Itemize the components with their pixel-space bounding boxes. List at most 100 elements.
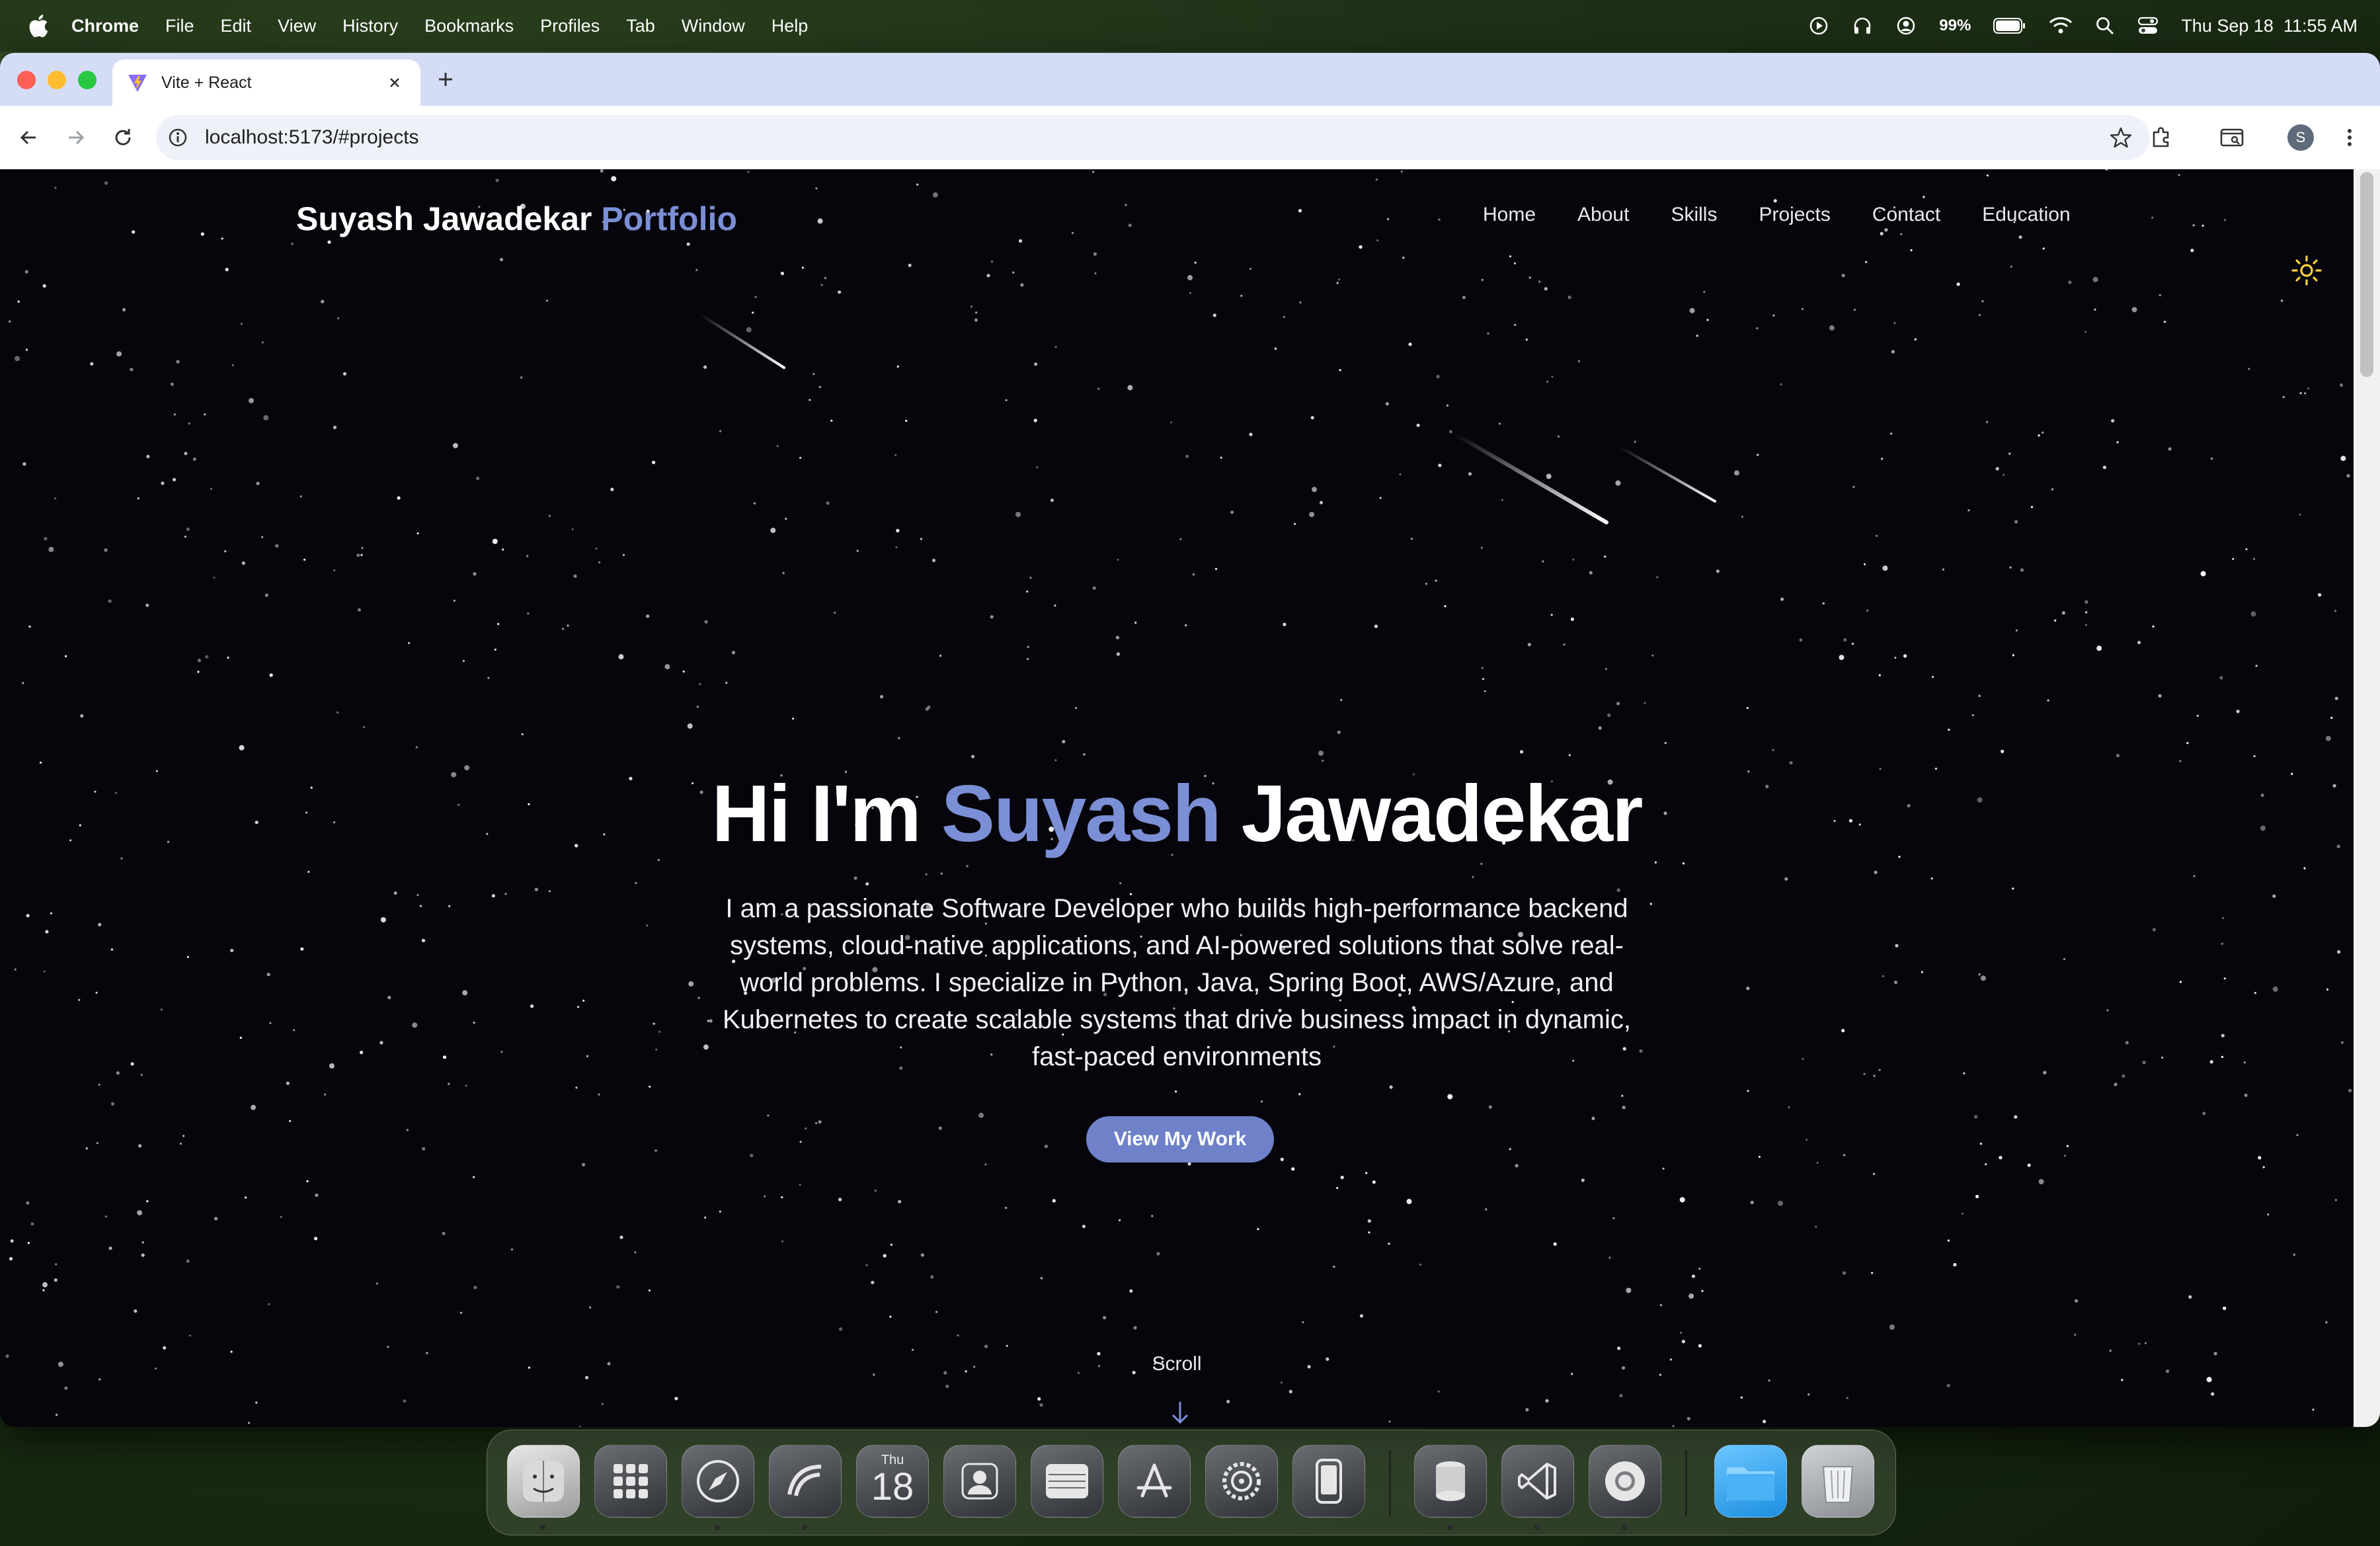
menu-view[interactable]: View [278,16,316,36]
star [245,1196,247,1199]
star [275,544,279,548]
chrome-menu-icon[interactable] [2336,124,2363,151]
wifi-icon[interactable] [2049,16,2073,36]
star [1082,1225,1086,1229]
user-account-icon[interactable] [1895,15,1917,36]
menu-app-name[interactable]: Chrome [71,16,139,36]
menu-tab[interactable]: Tab [626,16,655,36]
star [1698,1344,1702,1348]
app-store-icon[interactable] [1118,1445,1191,1518]
nav-link-about[interactable]: About [1577,204,1629,226]
battery-icon[interactable] [1993,17,2026,34]
star [1881,458,1884,460]
menu-file[interactable]: File [165,16,194,36]
view-my-work-button[interactable]: View My Work [1086,1116,1274,1162]
star [1119,1219,1121,1221]
star [1772,749,1774,751]
notes-icon[interactable] [1031,1445,1103,1518]
disk-utility-icon[interactable] [1414,1445,1487,1518]
apple-menu-icon[interactable] [26,13,49,39]
site-info-icon[interactable] [167,126,189,149]
extensions-puzzle-icon[interactable] [2149,124,2175,151]
nav-link-skills[interactable]: Skills [1671,204,1717,226]
vscode-icon[interactable] [1501,1445,1574,1518]
control-center-icon[interactable] [2137,16,2159,36]
bookmark-star-icon[interactable] [2109,126,2133,149]
star [1416,423,1420,427]
star [1816,1161,1819,1164]
finder-icon[interactable] [507,1445,580,1518]
star [970,305,972,308]
star [1482,678,1484,680]
star [2009,566,2012,569]
chrome-icon[interactable] [1589,1445,1661,1518]
menu-edit[interactable]: Edit [221,16,252,36]
site-brand[interactable]: Suyash Jawadekar Portfolio [296,200,737,238]
spotlight-search-icon[interactable] [2095,16,2115,36]
shooting-star [1618,446,1716,503]
downloads-folder-icon[interactable] [1714,1445,1787,1518]
system-settings-icon[interactable] [1205,1445,1278,1518]
star [333,425,337,429]
star [137,1210,143,1216]
close-tab-icon[interactable] [383,71,406,94]
scroll-indicator-label[interactable]: Scroll [0,1353,2354,1375]
zoom-window-button[interactable] [78,71,97,89]
launchpad-icon[interactable] [594,1445,667,1518]
contacts-icon[interactable] [943,1445,1016,1518]
star [1438,464,1442,468]
nav-link-home[interactable]: Home [1483,204,1536,226]
star [44,537,48,541]
star [1680,1332,1683,1334]
menu-bookmarks[interactable]: Bookmarks [424,16,514,36]
minimize-window-button[interactable] [48,71,66,89]
menu-profiles[interactable]: Profiles [540,16,600,36]
menu-help[interactable]: Help [772,16,809,36]
screen-record-icon[interactable] [1808,15,1829,36]
headphones-icon[interactable] [1852,15,1873,36]
menubar-clock[interactable]: Thu Sep 18 11:55 AM [2181,16,2358,36]
arrow-down-icon[interactable] [1169,1399,1191,1426]
page-scrollbar[interactable] [2354,169,2380,1427]
address-bar[interactable]: localhost:5173/#projects [156,115,2150,160]
star [239,745,245,751]
star [2051,488,2053,491]
calendar-icon[interactable]: Thu 18 [856,1445,929,1518]
star [1757,454,1759,456]
star [986,274,990,278]
star [2236,710,2240,713]
nav-link-education[interactable]: Education [1982,204,2070,226]
star [2043,1071,2047,1075]
close-window-button[interactable] [17,71,36,89]
battery-percent: 99% [1939,17,1971,34]
safari-icon[interactable] [682,1445,754,1518]
star [1612,1217,1615,1219]
nav-link-projects[interactable]: Projects [1759,204,1830,226]
simulator-icon[interactable] [1292,1445,1365,1518]
star [137,497,139,500]
url-text[interactable]: localhost:5173/#projects [205,126,419,149]
tab-search-icon[interactable] [2219,124,2245,151]
star [1617,1346,1621,1350]
trash-icon[interactable] [1802,1445,1874,1518]
menu-history[interactable]: History [342,16,398,36]
scrollbar-thumb[interactable] [2360,172,2373,377]
star [1995,467,1999,471]
running-indicator [802,1525,807,1530]
forward-arrow-icon[interactable] [62,124,89,151]
star [2038,434,2040,437]
star [785,518,787,520]
back-arrow-icon[interactable] [16,124,42,151]
profile-avatar[interactable]: S [2287,124,2314,151]
reload-icon[interactable] [110,124,136,151]
hero-description: I am a passionate Software Developer who… [723,894,1631,1071]
new-tab-icon[interactable] [434,67,457,91]
active-tab[interactable]: Vite + React [112,60,420,106]
star [682,671,685,673]
star [1626,1287,1632,1293]
nav-link-contact[interactable]: Contact [1872,204,1940,226]
sun-theme-toggle-icon[interactable] [2290,254,2323,287]
arc-icon[interactable] [769,1445,842,1518]
star [1097,387,1100,390]
menu-window[interactable]: Window [682,16,745,36]
